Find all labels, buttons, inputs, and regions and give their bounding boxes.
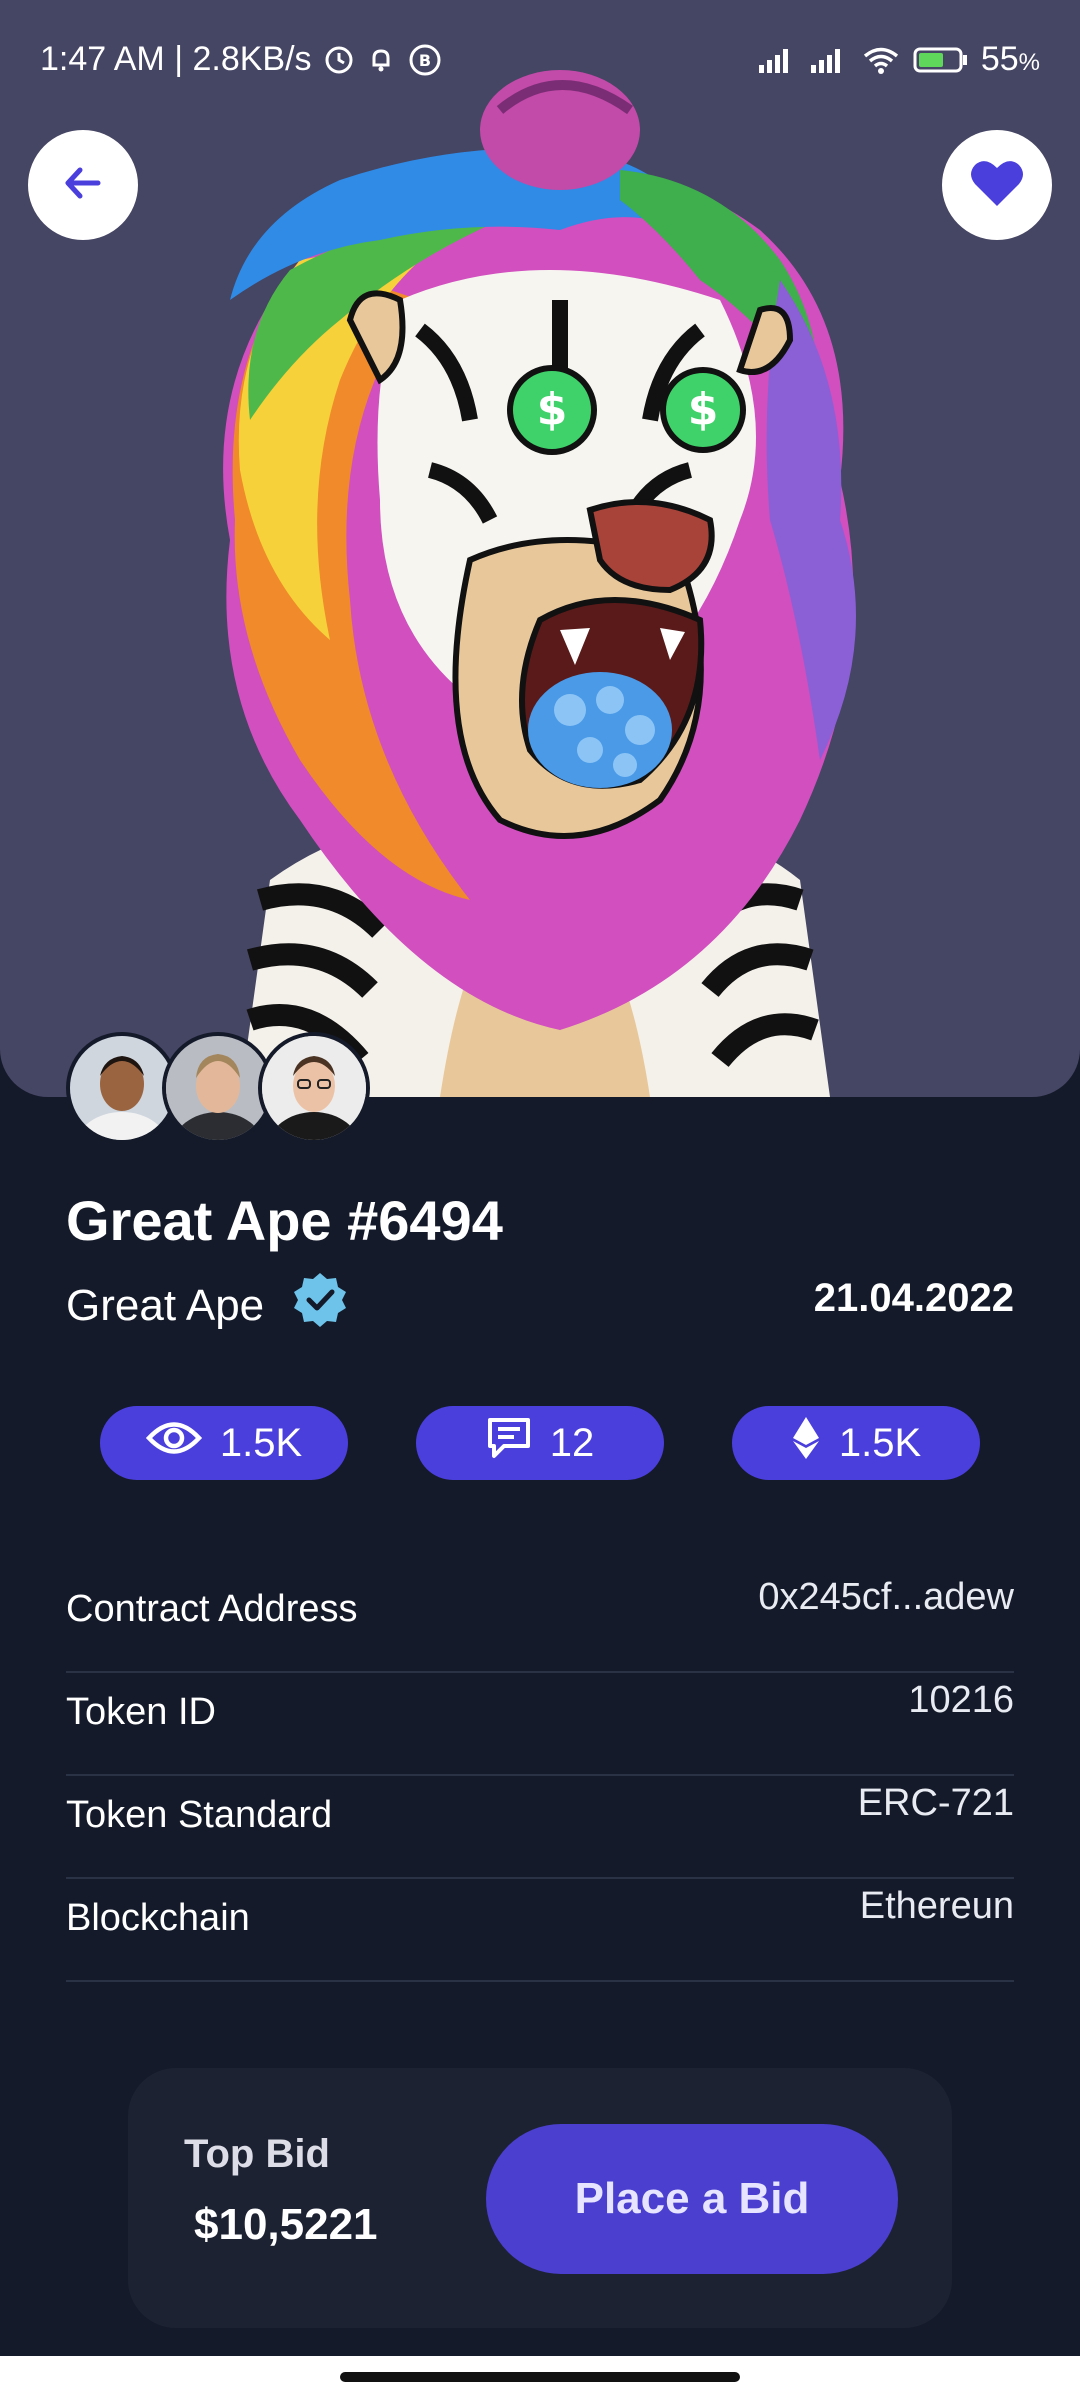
signal-icon-2 bbox=[809, 45, 849, 75]
token-standard-value: ERC-721 bbox=[857, 1782, 1014, 1824]
battery-percent: 55% bbox=[980, 40, 1040, 78]
notification-icon bbox=[366, 45, 396, 75]
comments-stat[interactable]: 12 bbox=[416, 1406, 664, 1480]
collection-name: Great Ape bbox=[66, 1280, 265, 1330]
avatar[interactable] bbox=[258, 1032, 370, 1144]
nft-artwork: $ $ bbox=[0, 0, 1080, 1097]
comment-icon bbox=[486, 1416, 532, 1470]
detail-label: Token ID bbox=[66, 1691, 216, 1733]
signal-icon bbox=[757, 45, 797, 75]
system-nav-bar bbox=[0, 2356, 1080, 2400]
detail-label: Token Standard bbox=[66, 1794, 333, 1836]
views-count: 1.5K bbox=[219, 1420, 303, 1465]
lion-artwork-illustration: $ $ bbox=[223, 70, 856, 1097]
verified-badge-icon bbox=[290, 1270, 350, 1341]
token-details: Contract Address 0x245cf...adew Token ID… bbox=[66, 1570, 1014, 1982]
top-bid-label: Top Bid bbox=[184, 2132, 330, 2176]
place-bid-button[interactable]: Place a Bid bbox=[486, 2124, 898, 2274]
wifi-icon bbox=[861, 45, 901, 75]
svg-text:B: B bbox=[418, 51, 430, 70]
stats-row: 1.5K 12 1.5K bbox=[100, 1406, 980, 1480]
nft-title: Great Ape #6494 bbox=[66, 1189, 503, 1252]
collection-link[interactable]: Great Ape bbox=[66, 1270, 350, 1341]
detail-row-blockchain: Blockchain Ethereun bbox=[66, 1879, 1014, 1982]
price-stat[interactable]: 1.5K bbox=[732, 1406, 980, 1480]
detail-label: Contract Address bbox=[66, 1588, 358, 1630]
eye-icon bbox=[145, 1419, 202, 1467]
status-time: 1:47 AM | 2.8KB/s bbox=[40, 40, 312, 78]
home-indicator[interactable] bbox=[340, 2372, 740, 2382]
back-button[interactable] bbox=[28, 130, 138, 240]
detail-row-contract: Contract Address 0x245cf...adew bbox=[66, 1570, 1014, 1673]
price-value: 1.5K bbox=[838, 1420, 922, 1465]
ethereum-icon bbox=[791, 1415, 821, 1471]
battery-icon bbox=[913, 45, 969, 75]
arrow-left-icon bbox=[60, 160, 106, 211]
mint-date: 21.04.2022 bbox=[813, 1276, 1014, 1320]
favorite-button[interactable] bbox=[942, 130, 1052, 240]
svg-text:$: $ bbox=[537, 384, 568, 435]
heart-icon bbox=[969, 158, 1025, 213]
comments-count: 12 bbox=[549, 1420, 595, 1465]
b-badge-icon: B bbox=[408, 43, 442, 77]
detail-row-token-id: Token ID 10216 bbox=[66, 1673, 1014, 1776]
contract-address-value[interactable]: 0x245cf...adew bbox=[758, 1576, 1014, 1619]
alarm-icon bbox=[324, 45, 354, 75]
nft-detail-screen: $ $ 1:47 AM | 2.8KB/s B 55% Great Ape #6… bbox=[0, 0, 1080, 2400]
detail-row-standard: Token Standard ERC-721 bbox=[66, 1776, 1014, 1879]
token-id-value: 10216 bbox=[908, 1679, 1014, 1721]
detail-label: Blockchain bbox=[66, 1897, 250, 1939]
svg-text:$: $ bbox=[688, 384, 719, 435]
bid-panel: Top Bid $10,5221 Place a Bid bbox=[128, 2068, 952, 2328]
views-stat[interactable]: 1.5K bbox=[100, 1406, 348, 1480]
status-bar: 1:47 AM | 2.8KB/s B 55% bbox=[0, 0, 1080, 130]
blockchain-value: Ethereun bbox=[859, 1885, 1014, 1927]
top-bid-value: $10,5221 bbox=[194, 2200, 378, 2249]
